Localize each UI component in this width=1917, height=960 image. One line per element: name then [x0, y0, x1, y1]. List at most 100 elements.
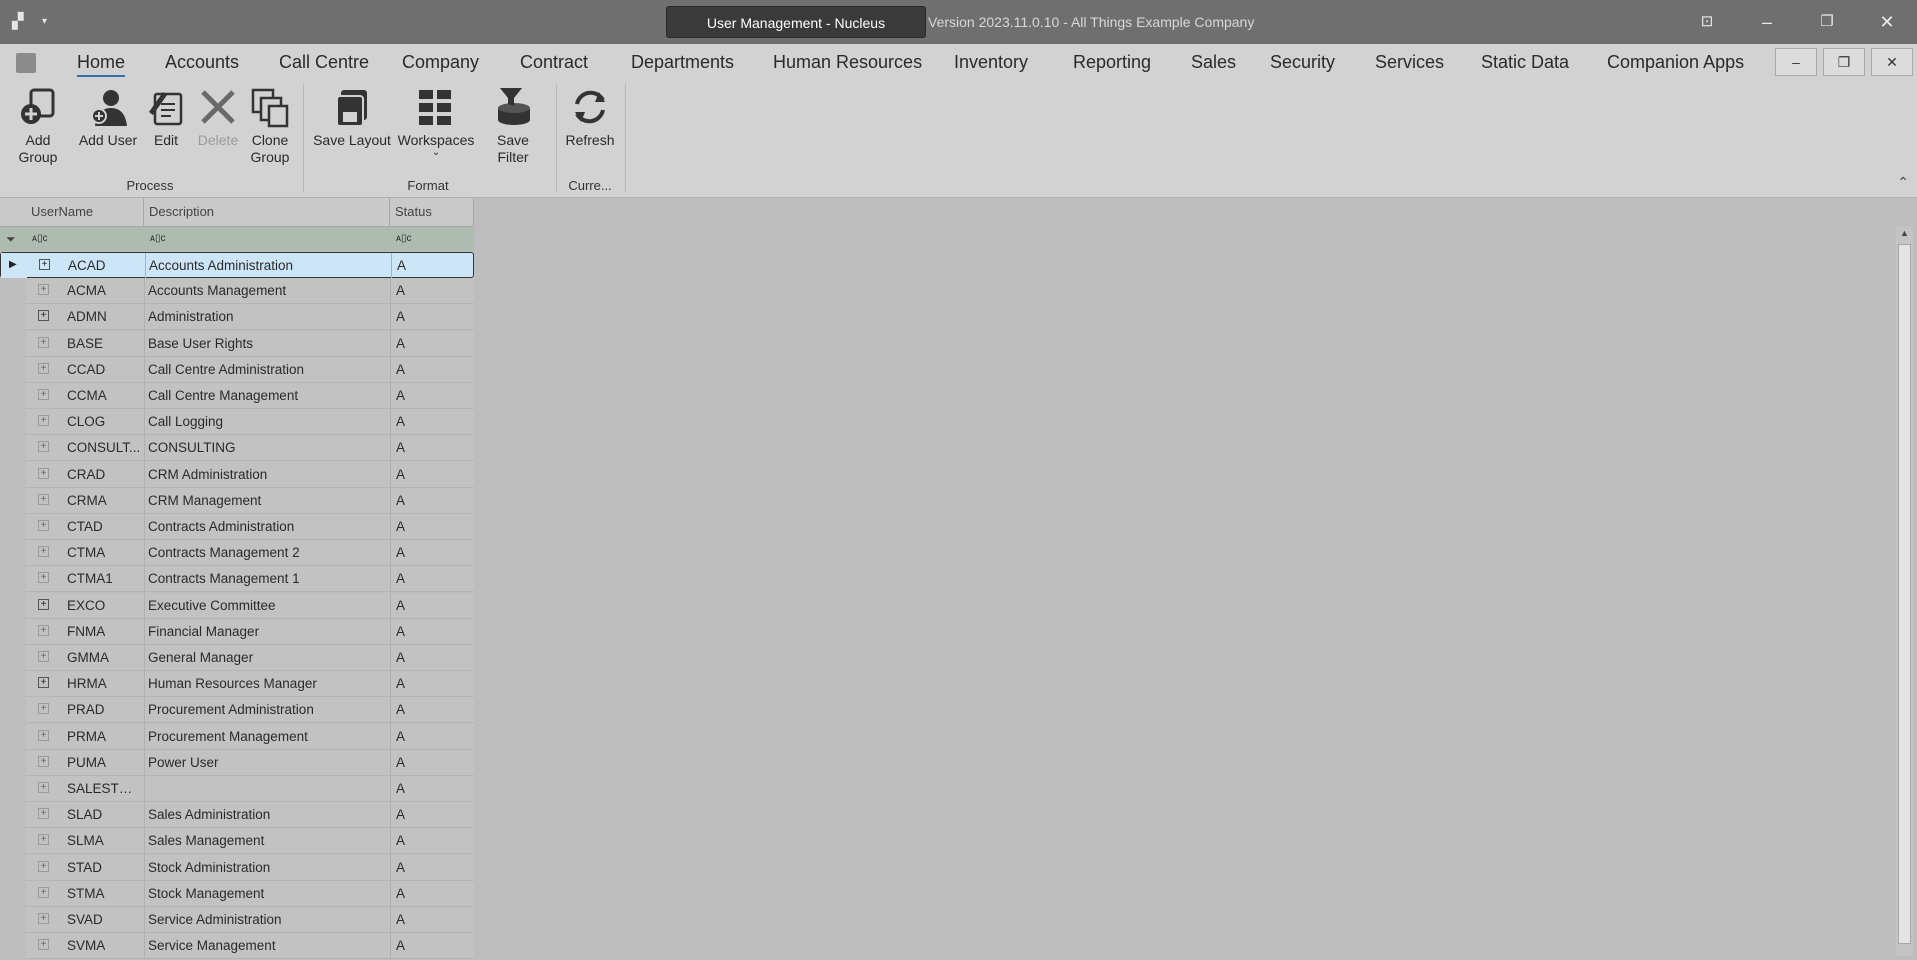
- table-row[interactable]: + BASE Base User Rights A: [0, 330, 474, 357]
- row-indicator[interactable]: [0, 278, 26, 305]
- cell-status[interactable]: A: [396, 566, 466, 592]
- cell-status[interactable]: A: [396, 828, 466, 854]
- cell-status[interactable]: A: [396, 907, 466, 933]
- filter-username[interactable]: ᴀ▯c: [26, 227, 144, 251]
- cell-status[interactable]: A: [396, 881, 466, 907]
- cell-description[interactable]: Procurement Administration: [148, 697, 388, 723]
- table-row[interactable]: + SALESTEST A: [0, 776, 474, 802]
- cell-description[interactable]: CONSULTING: [148, 435, 388, 461]
- cell-status[interactable]: A: [396, 933, 466, 959]
- row-indicator[interactable]: [0, 880, 26, 907]
- row-indicator[interactable]: [0, 330, 26, 357]
- tab-sales[interactable]: Sales: [1191, 52, 1236, 73]
- row-indicator[interactable]: [0, 828, 26, 855]
- cell-description[interactable]: General Manager: [148, 645, 388, 671]
- cell-status[interactable]: A: [396, 383, 466, 409]
- expand-icon[interactable]: +: [38, 441, 49, 453]
- cell-status[interactable]: A: [396, 724, 466, 750]
- table-row[interactable]: + STMA Stock Management A: [0, 880, 474, 907]
- cell-description[interactable]: Service Management: [148, 933, 388, 959]
- expand-icon[interactable]: +: [38, 520, 49, 531]
- expand-icon[interactable]: +: [38, 546, 49, 558]
- table-row[interactable]: + SVMA Service Management A: [0, 933, 474, 960]
- cell-description[interactable]: [148, 776, 388, 802]
- edit-button[interactable]: Edit: [144, 86, 188, 149]
- cell-username[interactable]: EXCO: [67, 593, 141, 619]
- cell-description[interactable]: Call Centre Administration: [148, 357, 388, 383]
- table-row[interactable]: + CTMA1 Contracts Management 1 A: [0, 566, 474, 593]
- tab-inventory[interactable]: Inventory: [954, 52, 1028, 73]
- cell-status[interactable]: A: [396, 540, 466, 566]
- cell-description[interactable]: Call Centre Management: [148, 383, 388, 409]
- expand-icon[interactable]: +: [38, 598, 49, 610]
- cell-status[interactable]: A: [396, 278, 466, 304]
- row-indicator[interactable]: [0, 514, 26, 540]
- tab-company[interactable]: Company: [402, 52, 479, 73]
- cell-username[interactable]: PRAD: [67, 697, 141, 723]
- table-row[interactable]: + PRMA Procurement Management A: [0, 723, 474, 750]
- expand-icon[interactable]: +: [38, 310, 49, 322]
- expand-icon[interactable]: +: [38, 677, 49, 689]
- expand-icon[interactable]: +: [38, 651, 49, 662]
- expand-icon[interactable]: +: [38, 755, 49, 767]
- row-indicator[interactable]: [0, 933, 26, 960]
- row-indicator[interactable]: [0, 566, 26, 593]
- row-indicator[interactable]: [0, 907, 26, 933]
- table-row[interactable]: + CONSULT... CONSULTING A: [0, 435, 474, 462]
- cell-username[interactable]: ACMA: [67, 278, 141, 304]
- table-row[interactable]: + SVAD Service Administration A: [0, 907, 474, 933]
- cell-username[interactable]: PUMA: [67, 750, 141, 776]
- tab-accounts[interactable]: Accounts: [165, 52, 239, 73]
- cell-username[interactable]: STMA: [67, 881, 141, 907]
- cell-status[interactable]: A: [396, 671, 466, 697]
- row-indicator[interactable]: [0, 461, 26, 488]
- table-row[interactable]: + CTAD Contracts Administration A: [0, 514, 474, 540]
- cell-username[interactable]: CRMA: [67, 488, 141, 514]
- expand-icon[interactable]: +: [38, 389, 49, 400]
- expand-icon[interactable]: +: [38, 493, 49, 505]
- cell-username[interactable]: SVAD: [67, 907, 141, 933]
- tab-human-resources[interactable]: Human Resources: [773, 52, 922, 73]
- mdi-restore-button[interactable]: ❐: [1823, 48, 1865, 76]
- cell-status[interactable]: A: [396, 619, 466, 645]
- delete-button[interactable]: Delete: [196, 86, 240, 149]
- cell-description[interactable]: Sales Administration: [148, 802, 388, 828]
- cell-username[interactable]: CLOG: [67, 409, 141, 435]
- cell-username[interactable]: ACAD: [68, 253, 142, 279]
- cell-username[interactable]: CCAD: [67, 357, 141, 383]
- cell-status[interactable]: A: [396, 645, 466, 671]
- cell-description[interactable]: Administration: [148, 304, 388, 330]
- tab-departments[interactable]: Departments: [631, 52, 734, 73]
- cell-description[interactable]: Base User Rights: [148, 331, 388, 357]
- expand-icon[interactable]: +: [38, 572, 49, 584]
- table-row[interactable]: + CLOG Call Logging A: [0, 409, 474, 436]
- cell-status[interactable]: A: [396, 409, 466, 435]
- table-row[interactable]: + EXCO Executive Committee A: [0, 592, 474, 619]
- close-button[interactable]: ✕: [1858, 0, 1916, 44]
- cell-status[interactable]: A: [396, 331, 466, 357]
- column-header-username[interactable]: UserName: [26, 198, 144, 226]
- cell-description[interactable]: Contracts Management 1: [148, 566, 388, 592]
- row-indicator[interactable]: [0, 487, 26, 514]
- tab-call-centre[interactable]: Call Centre: [279, 52, 369, 73]
- cell-description[interactable]: Stock Management: [148, 881, 388, 907]
- table-row[interactable]: + PRAD Procurement Administration A: [0, 697, 474, 724]
- expand-icon[interactable]: +: [38, 362, 49, 374]
- cell-username[interactable]: GMMA: [67, 645, 141, 671]
- row-indicator[interactable]: [0, 356, 26, 383]
- expand-icon[interactable]: +: [38, 415, 49, 427]
- vertical-scrollbar[interactable]: ▲: [1896, 226, 1913, 956]
- tab-services[interactable]: Services: [1375, 52, 1444, 73]
- restore-button[interactable]: ❐: [1798, 0, 1856, 44]
- cell-username[interactable]: CTAD: [67, 514, 141, 540]
- cell-description[interactable]: Stock Administration: [148, 855, 388, 881]
- cell-status[interactable]: A: [396, 776, 466, 802]
- scroll-thumb[interactable]: [1898, 244, 1911, 944]
- cell-username[interactable]: SLAD: [67, 802, 141, 828]
- row-indicator[interactable]: [0, 409, 26, 436]
- expand-icon[interactable]: +: [38, 886, 49, 898]
- table-row[interactable]: + HRMA Human Resources Manager A: [0, 671, 474, 698]
- row-indicator[interactable]: [0, 645, 26, 671]
- cell-username[interactable]: CCMA: [67, 383, 141, 409]
- add-user-button[interactable]: Add User: [78, 86, 138, 149]
